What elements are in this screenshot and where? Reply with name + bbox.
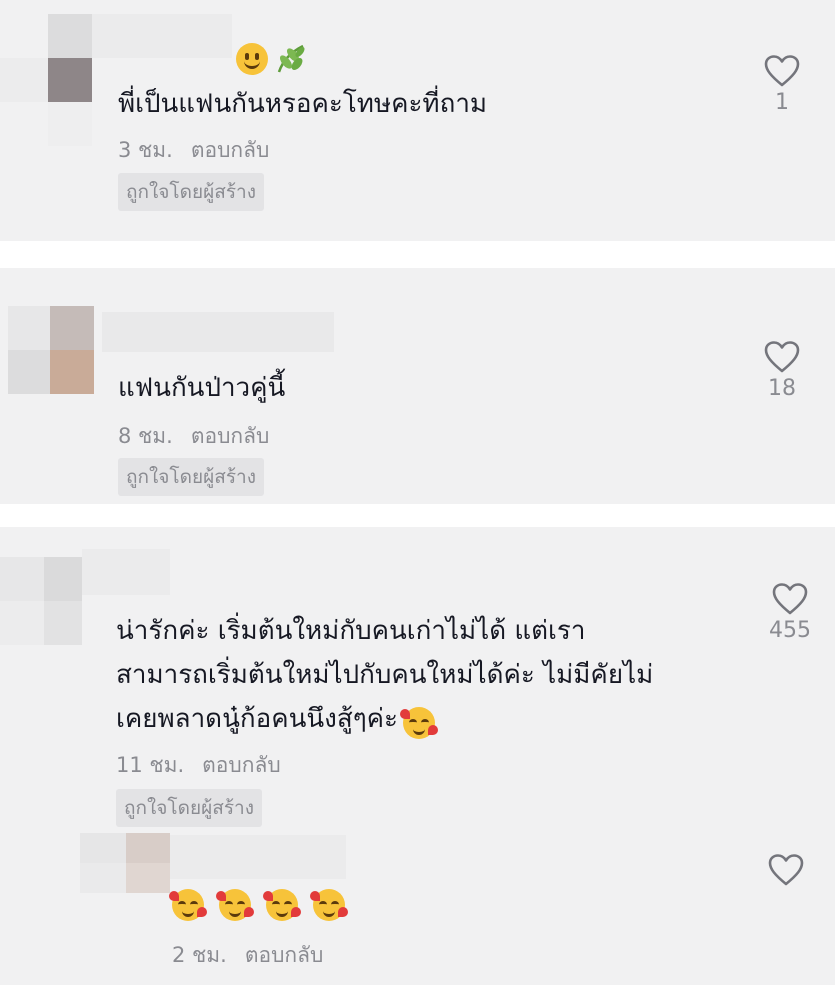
smiling-face-with-hearts-icon [169, 889, 207, 921]
reply-like-button[interactable] [756, 853, 816, 887]
comment-meta: 8 ชม. ตอบกลับ [118, 420, 269, 453]
comment-meta: 11 ชม. ตอบกลับ [116, 749, 281, 782]
like-count: 18 [768, 376, 796, 401]
reply-button[interactable]: ตอบกลับ [245, 943, 324, 967]
comment-meta: 3 ชม. ตอบกลับ [118, 134, 269, 167]
like-count: 1 [775, 90, 789, 115]
reply-username-blurred[interactable] [170, 835, 346, 879]
reply-button[interactable]: ตอบกลับ [191, 424, 270, 448]
liked-by-creator-badge: ถูกใจโดยผู้สร้าง [118, 458, 264, 496]
heart-icon [768, 854, 804, 886]
smiling-face-with-hearts-icon [310, 889, 349, 921]
smiling-face-with-hearts-icon [400, 706, 439, 739]
like-button[interactable]: 1 [752, 54, 812, 115]
comment-card-3: น่ารักค่ะ เริ่มต้นใหม่กับคนเก่าไม่ได้ แต… [0, 527, 835, 985]
reply-meta: 2 ชม. ตอบกลับ [172, 939, 323, 972]
comment-text-line-3: เคยพลาดนู๋ก้อคนนึงสู้ๆค่ะ [116, 704, 399, 734]
reply-button[interactable]: ตอบกลับ [191, 138, 270, 162]
comment-text-line-3-wrap: เคยพลาดนู๋ก้อคนนึงสู้ๆค่ะ [116, 697, 439, 741]
reply-time: 2 ชม. [172, 943, 227, 967]
username-blurred[interactable] [102, 312, 334, 352]
smiling-face-with-hearts-icon [216, 889, 255, 921]
like-button[interactable]: 455 [760, 582, 820, 643]
comment-text-line-1: น่ารักค่ะ เริ่มต้นใหม่กับคนเก่าไม่ได้ แต… [116, 616, 586, 646]
heart-icon [764, 55, 800, 87]
liked-by-creator-badge: ถูกใจโดยผู้สร้าง [116, 789, 262, 827]
leaf-icon [277, 44, 305, 73]
avatar[interactable] [0, 557, 82, 645]
smiling-face-icon [236, 43, 268, 75]
comment-card-2: แฟนกันป่าวคู่นี้ 8 ชม. ตอบกลับ ถูกใจโดยผู… [0, 268, 835, 504]
like-count: 455 [769, 618, 811, 643]
reply-emojis [169, 889, 349, 921]
heart-icon [764, 341, 800, 373]
comment-text-line-2: สามารถเริ่มต้นใหม่ไปกับคนใหม่ได้ค่ะ ไม่ม… [116, 660, 654, 690]
username-blurred[interactable] [92, 14, 232, 58]
username-blurred[interactable] [82, 549, 170, 595]
avatar[interactable] [8, 306, 94, 394]
like-button[interactable]: 18 [752, 340, 812, 401]
smiling-face-with-hearts-icon [263, 889, 302, 921]
liked-by-creator-badge: ถูกใจโดยผู้สร้าง [118, 173, 264, 211]
reply-button[interactable]: ตอบกลับ [202, 753, 281, 777]
avatar[interactable] [0, 14, 92, 146]
comment-time: 3 ชม. [118, 138, 173, 162]
username-emojis [236, 42, 307, 76]
heart-icon [772, 583, 808, 615]
comment-card-1: พี่เป็นแฟนกันหรอคะโทษคะที่ถาม 3 ชม. ตอบกล… [0, 0, 835, 241]
reply-avatar[interactable] [80, 833, 170, 893]
comment-text: แฟนกันป่าวคู่นี้ [118, 373, 286, 403]
comment-time: 11 ชม. [116, 753, 185, 777]
comment-time: 8 ชม. [118, 424, 173, 448]
comment-text: พี่เป็นแฟนกันหรอคะโทษคะที่ถาม [118, 89, 488, 119]
